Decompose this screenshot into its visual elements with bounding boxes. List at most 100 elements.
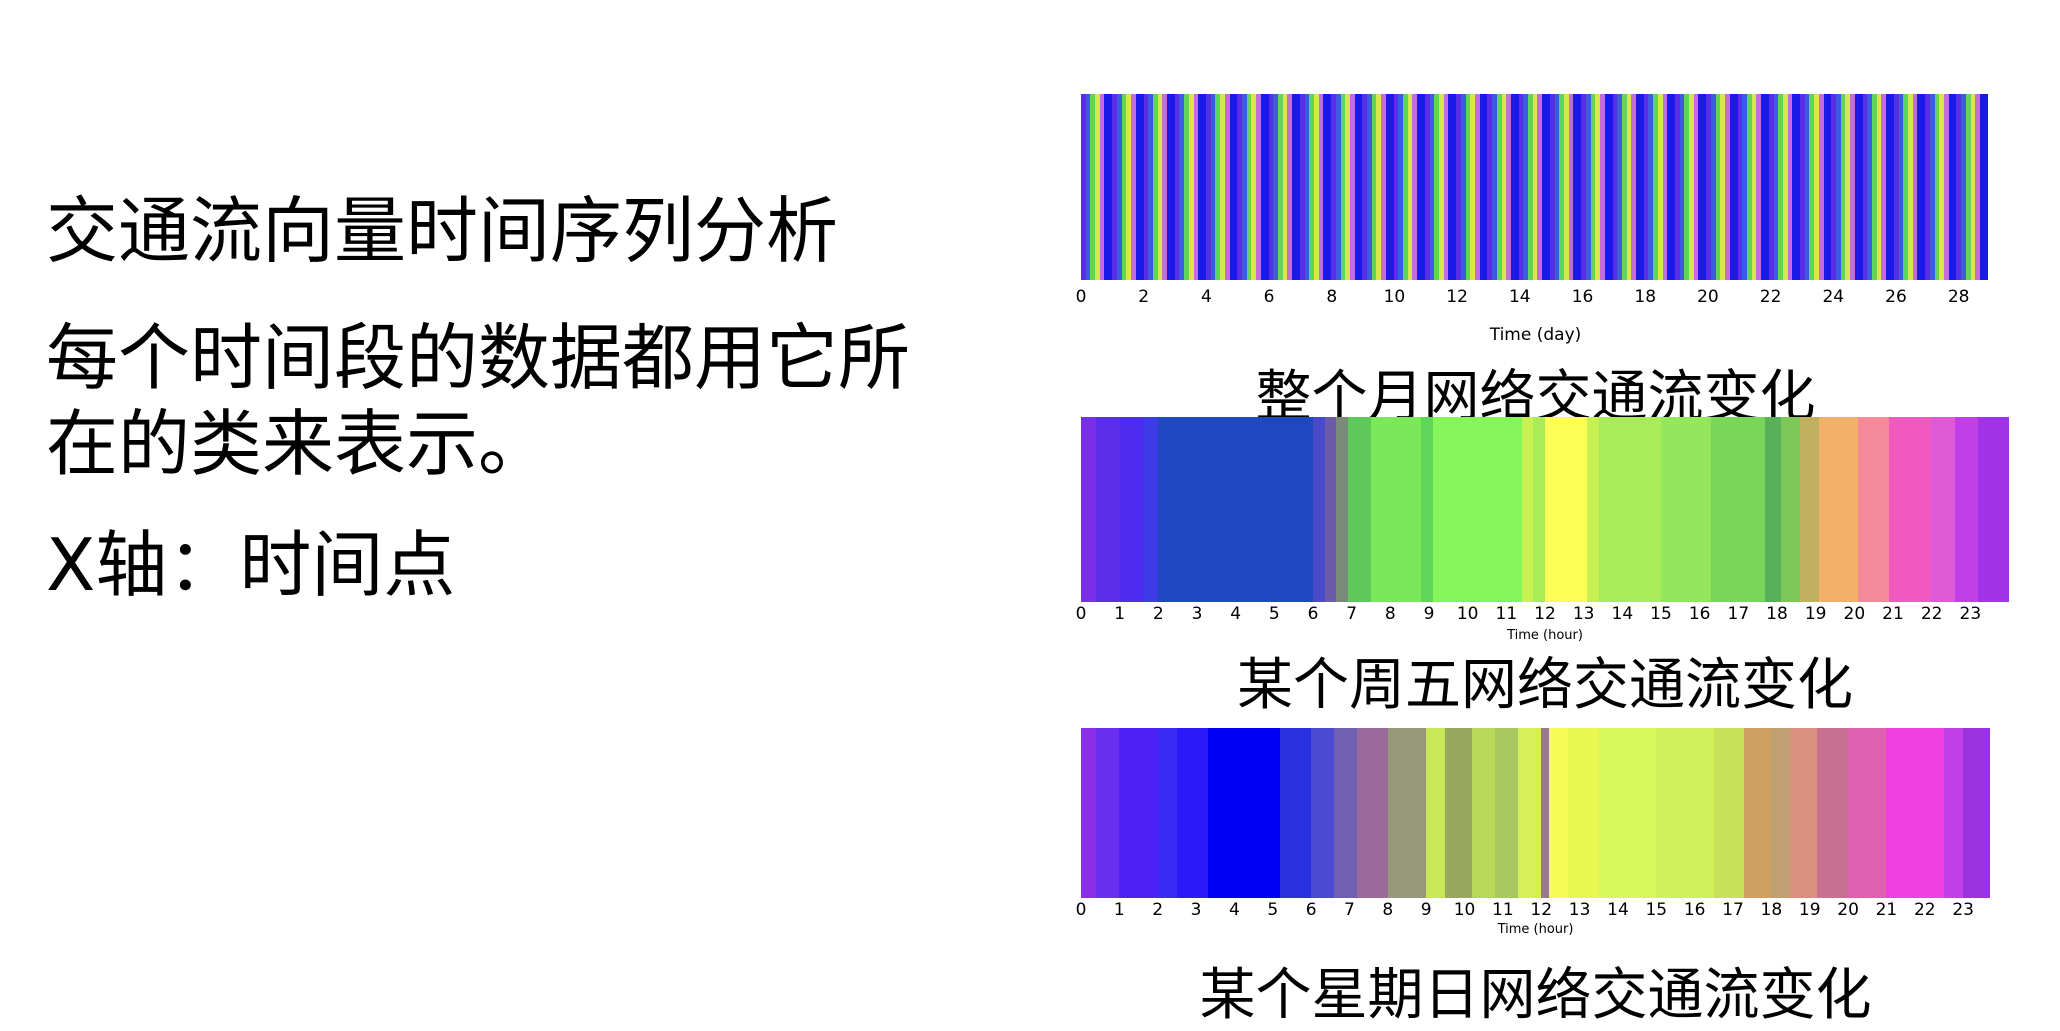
x-tick-label: 4: [1228, 900, 1240, 920]
x-tick-label: 20: [1837, 900, 1859, 920]
strip-segment: [1387, 728, 1427, 898]
x-tick-label: 11: [1495, 604, 1518, 624]
x-tick-label: 15: [1650, 604, 1672, 624]
strip-segment: [1979, 94, 1988, 280]
x-axis-ticks: 0 1 2 3 4 5 6 7 8 9 10 11 12 13 14 15 16 17 18 19 20 21 22 23: [1076, 900, 1990, 924]
strip-segment: [1336, 417, 1348, 602]
strip-segment: [1096, 728, 1120, 898]
x-tick-label: 2: [1138, 287, 1150, 307]
strip-segment: [1790, 728, 1818, 898]
x-tick-label: 7: [1346, 604, 1358, 624]
chart-caption: 某个周五网络交通流变化: [1237, 653, 1853, 718]
x-tick-label: 20: [1697, 287, 1719, 307]
strip-segment: [1385, 94, 1394, 280]
chart-strip: [1081, 728, 1990, 898]
x-tick-label: 6: [1307, 604, 1319, 624]
x-tick-label: 0: [1075, 287, 1087, 307]
x-tick-label: 12: [1530, 900, 1553, 920]
strip-segment: [1324, 417, 1337, 602]
strip-segment: [1518, 728, 1542, 898]
strip-segment: [1604, 94, 1613, 280]
strip-segment: [1823, 94, 1832, 280]
strip-segment: [1142, 417, 1159, 602]
strip-segment: [1780, 417, 1801, 602]
x-tick-label: 22: [1913, 900, 1936, 920]
strip-segment: [1347, 417, 1371, 602]
x-tick-label: 18: [1766, 604, 1788, 624]
x-tick-label: 16: [1683, 900, 1706, 920]
strip-segment: [1426, 728, 1446, 898]
x-tick-label: 8: [1384, 604, 1396, 624]
x-tick-label: 16: [1571, 287, 1594, 307]
strip-segment: [1432, 417, 1522, 602]
strip-segment: [1847, 728, 1887, 898]
x-tick-label: 15: [1645, 900, 1668, 920]
x-tick-label: 10: [1456, 604, 1479, 624]
x-tick-label: 4: [1230, 604, 1242, 624]
strip-segment: [1931, 417, 1955, 602]
x-tick-label: 18: [1634, 287, 1657, 307]
strip-segment: [1119, 728, 1158, 898]
strip-segment: [1854, 94, 1863, 280]
strip-segment: [1311, 728, 1335, 898]
axis-note: X轴：时间点: [46, 523, 456, 607]
strip-segment: [1548, 728, 1568, 898]
chart-caption: 某个星期日网络交通流变化: [1199, 963, 1872, 1028]
x-tick-label: 13: [1572, 604, 1595, 624]
strip-segment: [1886, 728, 1944, 898]
strip-segment: [1166, 94, 1175, 280]
strip-segment: [1765, 417, 1781, 602]
x-tick-label: 1: [1114, 604, 1126, 624]
x-tick-label: 24: [1822, 287, 1845, 307]
strip-segment: [1886, 94, 1894, 280]
x-tick-label: 5: [1267, 900, 1279, 920]
x-tick-label: 0: [1075, 900, 1087, 920]
x-tick-label: 19: [1798, 900, 1821, 920]
x-tick-label: 1: [1113, 900, 1125, 920]
x-tick-label: 3: [1190, 900, 1202, 920]
strip-segment: [1448, 94, 1457, 280]
x-tick-label: 0: [1075, 604, 1087, 624]
strip-segment: [1962, 728, 1990, 898]
strip-segment: [1495, 728, 1519, 898]
strip-segment: [1158, 417, 1313, 602]
strip-segment: [1599, 417, 1661, 602]
strip-segment: [1472, 728, 1496, 898]
strip-segment: [1660, 417, 1712, 602]
x-tick-label: 2: [1152, 604, 1164, 624]
x-tick-label: 10: [1383, 287, 1406, 307]
strip-segment: [1977, 417, 2009, 602]
strip-segment: [1761, 94, 1769, 280]
x-tick-label: 2: [1152, 900, 1164, 920]
x-tick-label: 3: [1191, 604, 1203, 624]
slide-body-text: 每个时间段的数据都用它所在的类来表示。: [46, 316, 911, 487]
x-tick-label: 17: [1722, 900, 1744, 920]
strip-segment: [1081, 728, 1097, 898]
x-tick-label: 14: [1607, 900, 1629, 920]
strip-segment: [1176, 728, 1208, 898]
strip-segment: [1542, 94, 1550, 280]
x-tick-label: 9: [1423, 604, 1435, 624]
strip-segment: [1417, 94, 1425, 280]
x-tick-label: 22: [1759, 287, 1782, 307]
x-tick-label: 11: [1492, 900, 1514, 920]
x-tick-label: 21: [1875, 900, 1898, 920]
strip-segment: [1292, 94, 1300, 280]
strip-segment: [1817, 728, 1848, 898]
strip-segment: [1917, 94, 1926, 280]
x-tick-label: 21: [1882, 604, 1904, 624]
strip-segment: [1357, 728, 1388, 898]
strip-segment: [1711, 417, 1766, 602]
slide-title: 交通流向量时间序列分析: [46, 189, 839, 273]
x-tick-label: 9: [1420, 900, 1432, 920]
x-tick-label: 12: [1446, 287, 1468, 307]
strip-segment: [1229, 94, 1238, 280]
strip-segment: [1354, 94, 1363, 280]
x-tick-label: 18: [1760, 900, 1783, 920]
strip-segment: [1370, 417, 1422, 602]
x-tick-label: 6: [1305, 900, 1317, 920]
strip-segment: [1954, 417, 1978, 602]
x-tick-label: 28: [1947, 287, 1970, 307]
strip-segment: [1479, 94, 1488, 280]
strip-segment: [1656, 728, 1714, 898]
